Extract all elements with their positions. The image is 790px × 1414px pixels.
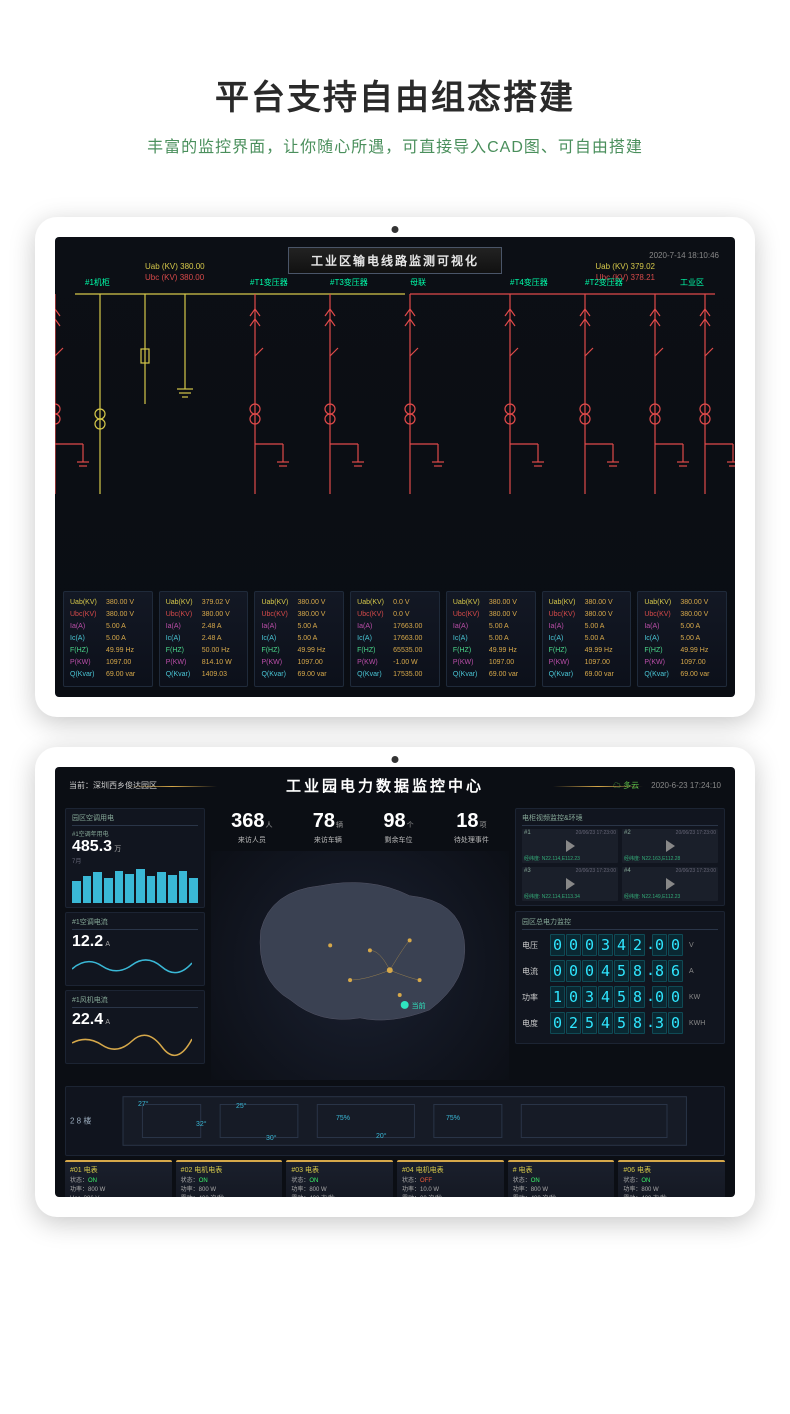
left-stats: 园区空调用电 #1空调年用电 485.3 万 7月 #1空调电流 12.2 A … (65, 808, 205, 1080)
screen1-title: 工业区输电线路监测可视化 (288, 247, 502, 274)
digital-display: 103458.00 (550, 986, 683, 1008)
line-chart (72, 1029, 192, 1057)
video-tile[interactable]: #320/06/23 17:23:00经纬度: N22.114,E113.34 (522, 867, 618, 901)
play-icon (666, 840, 675, 852)
meter-card[interactable]: #06 电表状态：ON功率：800 W震动：400 次/秒转速：2020 r/h (618, 1160, 725, 1197)
china-map[interactable]: 当前 (211, 851, 509, 1080)
stat-title: 园区空调用电 (72, 813, 198, 826)
tablet-1: 工业区输电线路监测可视化 2020-7-14 18:10:46 Uab (KV)… (35, 217, 755, 717)
node-label: 母联 (410, 277, 426, 288)
play-icon (566, 878, 575, 890)
uab-label: Uab (KV) (145, 262, 178, 271)
video-tile[interactable]: #120/06/23 17:23:00经纬度: N22.114,E112.23 (522, 829, 618, 863)
floor-plan[interactable]: 2 8 楼 27° 32° 25° 75% 20° 75% 30° (65, 1086, 725, 1156)
data-box[interactable]: Uab(KV)380.00 V Ubc(KV)380.00 V Ia(A)5.0… (542, 591, 632, 687)
power-section-title: 园区总电力监控 (522, 917, 718, 930)
page-title: 平台支持自由组态搭建 (20, 70, 770, 119)
node-label: #T1变压器 (250, 277, 288, 288)
data-box[interactable]: Uab(KV)0.0 V Ubc(KV)0.0 V Ia(A)17663.00 … (350, 591, 440, 687)
bar-chart (72, 867, 198, 903)
meter-card[interactable]: # 电表状态：ON功率：800 W震动：400 次/秒转速：2100 r/h (508, 1160, 615, 1197)
kpi-item: 78辆来访车辆 (313, 810, 343, 845)
data-box[interactable]: Uab(KV)380.00 V Ubc(KV)380.00 V Ia(A)5.0… (637, 591, 727, 687)
meter-card[interactable]: #03 电表状态：ON功率：800 W震动：400 次/秒转速：4000 r/h (286, 1160, 393, 1197)
power-row: 电度025458.30KWH (522, 1012, 718, 1034)
stat-value: 485.3 (72, 838, 112, 855)
svg-text:当前: 当前 (412, 1001, 426, 1010)
kpi-item: 18项待处理事件 (454, 810, 489, 845)
data-box[interactable]: Uab(KV)379.02 V Ubc(KV)380.00 V Ia(A)2.4… (159, 591, 249, 687)
data-box[interactable]: Uab(KV)380.00 V Ubc(KV)380.00 V Ia(A)5.0… (254, 591, 344, 687)
meter-card[interactable]: #04 电机电表状态：OFF功率：10.0 W震动：00 次/秒转速：0000 … (397, 1160, 504, 1197)
ubc-label: Ubc (KV) (145, 273, 177, 282)
node-label: #T4变压器 (510, 277, 548, 288)
circuit-diagram (55, 289, 735, 529)
power-row: 电压000342.00V (522, 934, 718, 956)
kpi-item: 368人来访人员 (231, 810, 272, 845)
screen-power-line: 工业区输电线路监测可视化 2020-7-14 18:10:46 Uab (KV)… (55, 237, 735, 697)
meter-card[interactable]: #01 电表状态：ON功率：800 WUa：386 VIa：30 A (65, 1160, 172, 1197)
page-subtitle: 丰富的监控界面，让你随心所遇，可直接导入CAD图、可自由搭建 (20, 133, 770, 157)
meter-card[interactable]: #02 电机电表状态：ON功率：800 W震动：400 次/秒转速：3000 r… (176, 1160, 283, 1197)
video-section-title: 电柜视频监控&环境 (522, 813, 718, 826)
digital-display: 000342.00 (550, 934, 683, 956)
meter-row: #01 电表状态：ON功率：800 WUa：386 VIa：30 A#02 电机… (55, 1160, 735, 1197)
video-tile[interactable]: #420/06/23 17:23:00经纬度: N22.149,E112.23 (622, 867, 718, 901)
screen1-timestamp: 2020-7-14 18:10:46 (649, 251, 719, 260)
line-chart (72, 951, 192, 979)
screen-monitor-center: 当前：深圳西乡俊达园区 工业园电力数据监控中心 ☁ 多云 2020-6-23 1… (55, 767, 735, 1197)
play-icon (566, 840, 575, 852)
node-label: #T2变压器 (585, 277, 623, 288)
node-label: #T3变压器 (330, 277, 368, 288)
digital-display: 000458.86 (550, 960, 683, 982)
digital-display: 025458.30 (550, 1012, 683, 1034)
kpi-item: 98个剩余车位 (383, 810, 413, 845)
power-row: 电流000458.86A (522, 960, 718, 982)
tablet-2: 当前：深圳西乡俊达园区 工业园电力数据监控中心 ☁ 多云 2020-6-23 1… (35, 747, 755, 1217)
node-label: 工业区 (680, 277, 704, 288)
power-row: 功率103458.00KW (522, 986, 718, 1008)
video-tile[interactable]: #220/06/23 17:23:00经纬度: N22.163,E112.28 (622, 829, 718, 863)
data-box[interactable]: Uab(KV)380.00 V Ubc(KV)380.00 V Ia(A)5.0… (63, 591, 153, 687)
node-label: #1机柜 (85, 277, 110, 288)
data-box[interactable]: Uab(KV)380.00 V Ubc(KV)380.00 V Ia(A)5.0… (446, 591, 536, 687)
play-icon (666, 878, 675, 890)
screen2-timestamp: 2020-6-23 17:24:10 (651, 781, 721, 790)
data-box-row: Uab(KV)380.00 V Ubc(KV)380.00 V Ia(A)5.0… (63, 591, 727, 687)
screen2-title: 工业园电力数据监控中心 (157, 775, 613, 796)
kpi-row: 368人来访人员 78辆来访车辆 98个剩余车位 18项待处理事件 (211, 808, 509, 851)
